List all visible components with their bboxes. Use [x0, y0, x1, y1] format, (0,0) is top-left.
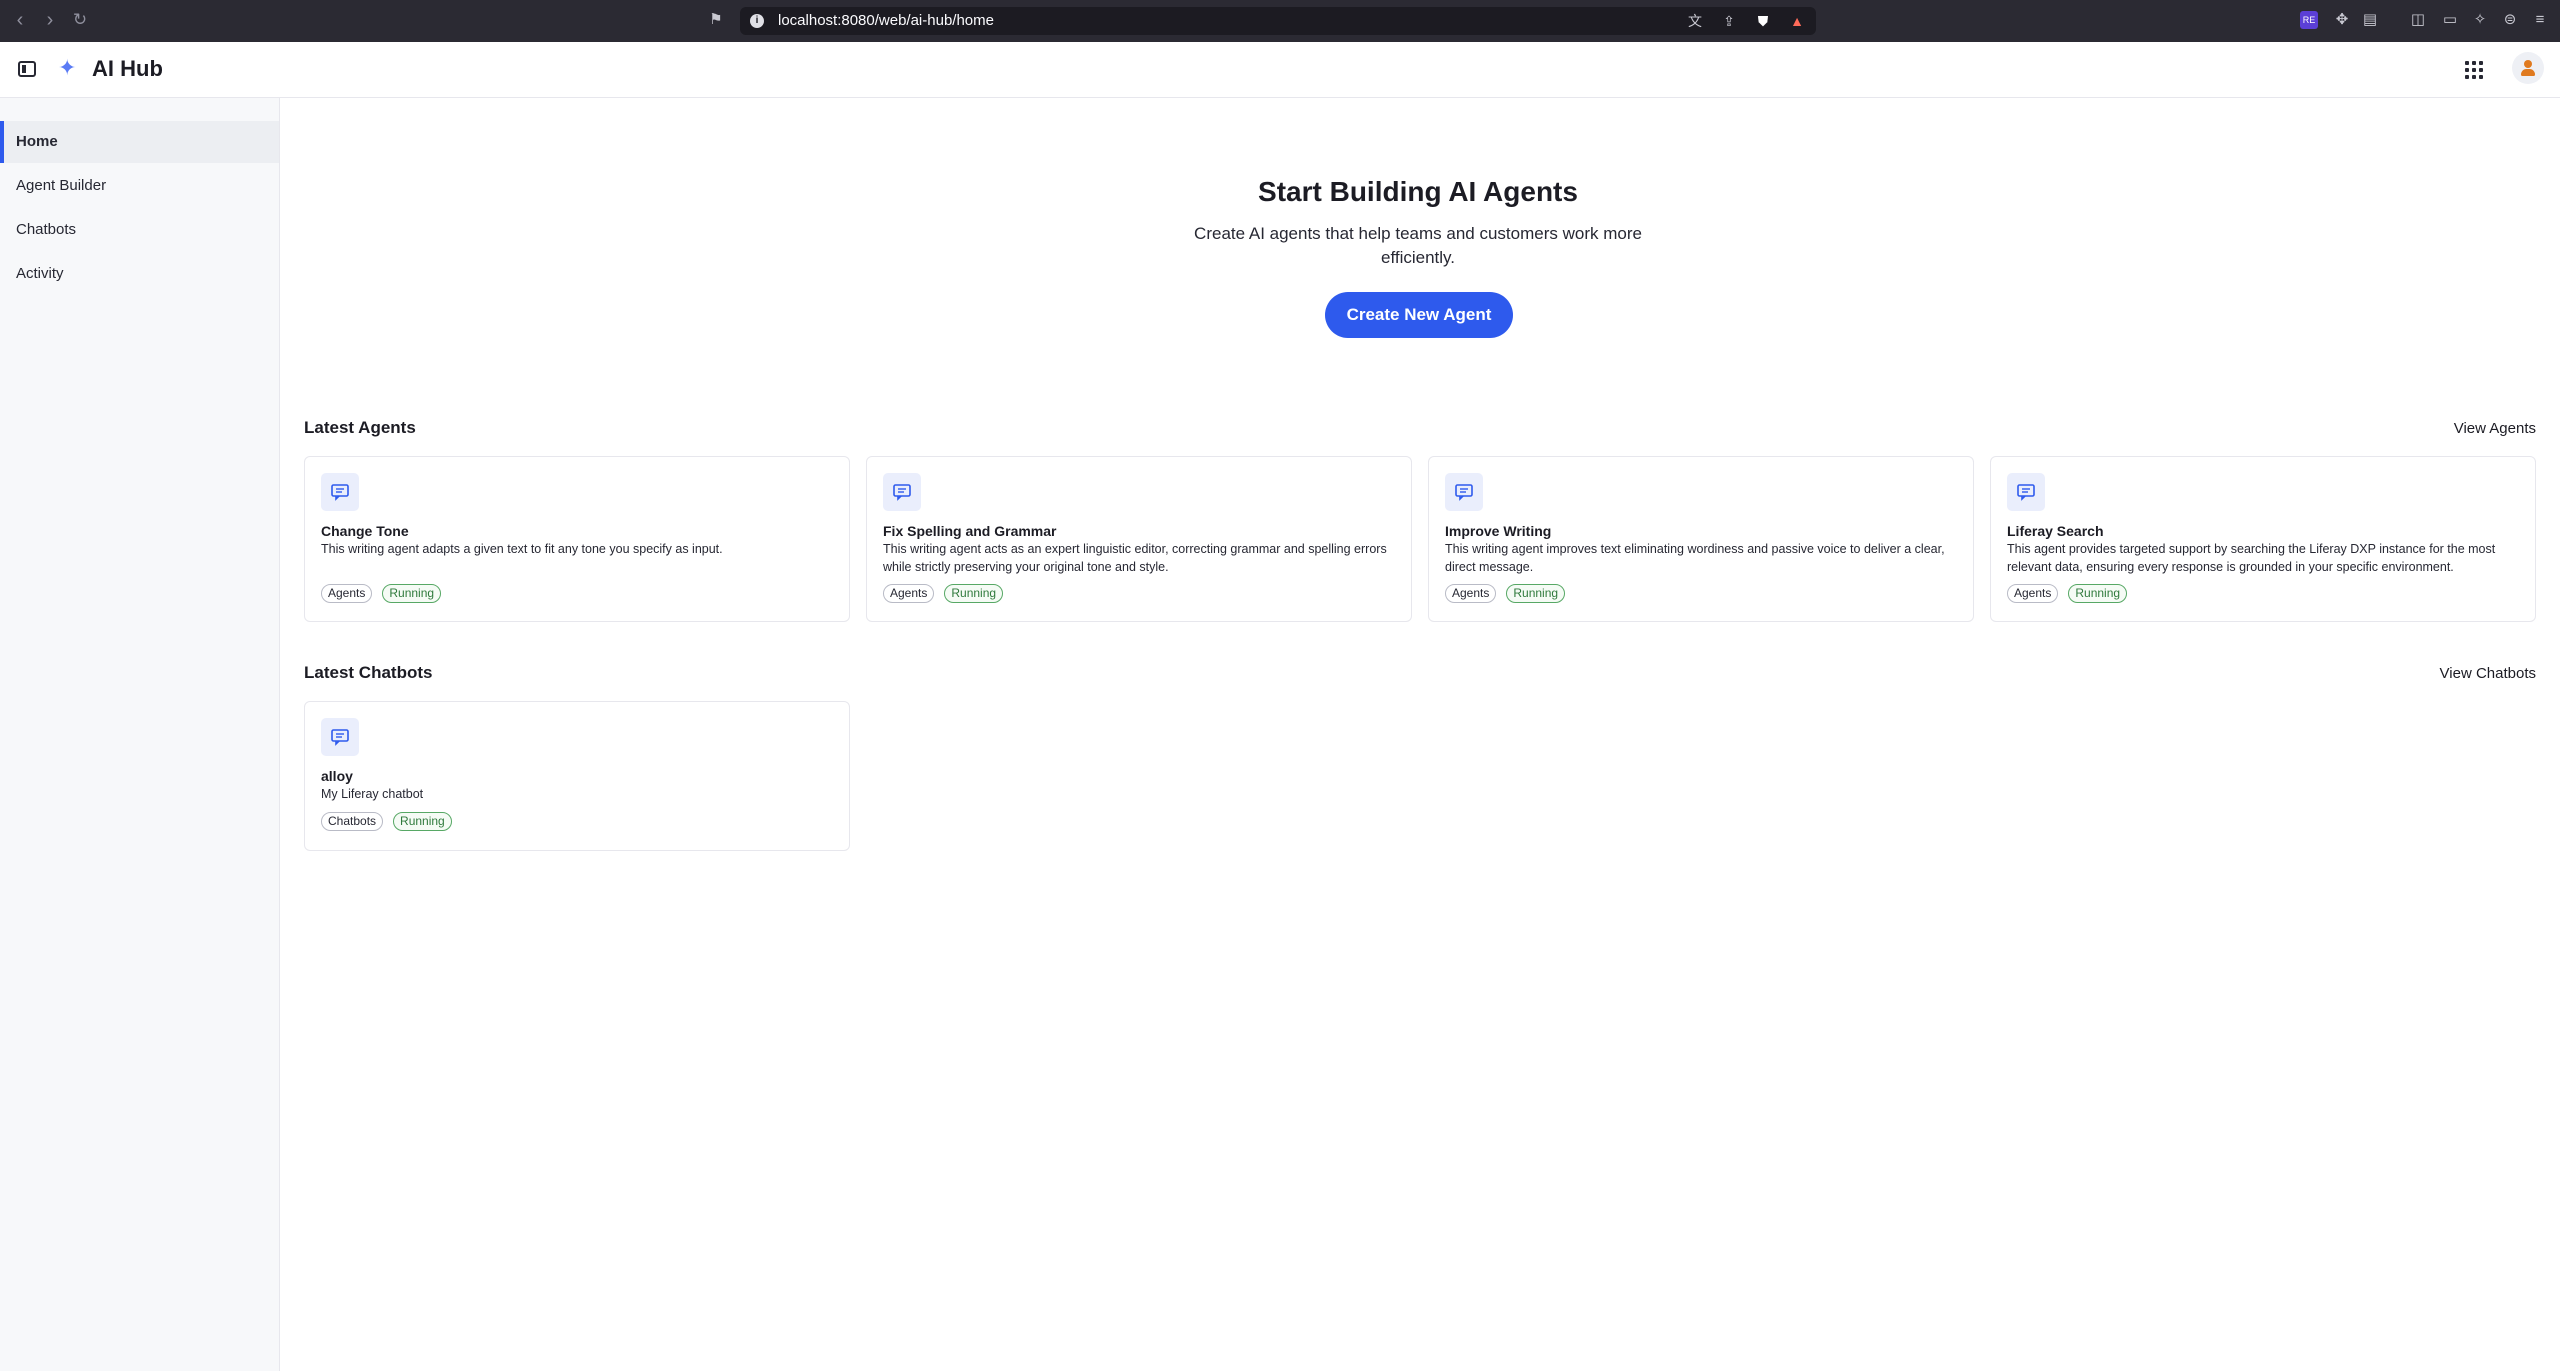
shield-icon[interactable]: ⛊: [1754, 12, 1772, 30]
browser-toolbar: ‹ › ↻ ⚑ i localhost:8080/web/ai-hub/home…: [0, 0, 2560, 42]
type-badge: Agents: [321, 584, 373, 603]
site-info-icon[interactable]: i: [750, 14, 764, 28]
sidebar-icon[interactable]: ◫: [2408, 10, 2428, 30]
card-description: This writing agent improves text elimina…: [1445, 542, 1945, 574]
address-bar[interactable]: i localhost:8080/web/ai-hub/home 文 ⇪ ⛊ ▲: [740, 7, 1816, 35]
agent-card[interactable]: Improve Writing This writing agent impro…: [1428, 456, 1974, 622]
card-description: This writing agent acts as an expert lin…: [883, 542, 1387, 574]
reader-icon[interactable]: ▤: [2360, 10, 2380, 30]
sidebar-item-activity[interactable]: Activity: [0, 253, 279, 295]
status-badge: Running: [2068, 584, 2128, 603]
extensions-icon[interactable]: ✥: [2332, 10, 2352, 30]
url-text: localhost:8080/web/ai-hub/home: [778, 12, 994, 29]
sidebar-item-chatbots[interactable]: Chatbots: [0, 209, 279, 251]
card-description: This writing agent adapts a given text t…: [321, 542, 723, 556]
chat-icon: [1445, 473, 1483, 511]
card-title: Improve Writing: [1445, 523, 1552, 539]
latest-agents-title: Latest Agents: [304, 418, 416, 437]
card-title: Liferay Search: [2007, 523, 2104, 539]
type-badge: Agents: [883, 584, 935, 603]
status-badge: Running: [393, 812, 452, 831]
card-description: My Liferay chatbot: [321, 787, 424, 801]
extension-badge[interactable]: RE: [2300, 11, 2318, 29]
chat-icon: [321, 718, 359, 756]
sparkle-icon: ✦: [58, 55, 77, 80]
status-badge: Running: [1506, 584, 1566, 603]
rewards-icon[interactable]: ▲: [1788, 12, 1806, 30]
view-chatbots-link[interactable]: View Chatbots: [2400, 665, 2536, 682]
type-badge: Agents: [2007, 584, 2059, 603]
hero-title: Start Building AI Agents: [1258, 176, 1578, 207]
leo-icon[interactable]: ✧: [2470, 10, 2490, 30]
type-badge: Agents: [1445, 584, 1497, 603]
chat-icon: [321, 473, 359, 511]
agent-card[interactable]: Change Tone This writing agent adapts a …: [304, 456, 850, 622]
agent-card[interactable]: Liferay Search This agent provides targe…: [1990, 456, 2536, 622]
sidebar-item-agent-builder[interactable]: Agent Builder: [0, 165, 279, 207]
app-header: ✦ AI Hub: [0, 42, 2560, 98]
chat-icon: [2007, 473, 2045, 511]
vpn-icon[interactable]: ⊜: [2500, 10, 2520, 30]
forward-icon[interactable]: ›: [38, 8, 62, 32]
create-new-agent-button[interactable]: Create New Agent: [1325, 292, 1513, 338]
card-description: This agent provides targeted support by …: [2007, 542, 2496, 574]
card-title: Change Tone: [321, 523, 409, 539]
agent-card[interactable]: Fix Spelling and Grammar This writing ag…: [866, 456, 1412, 622]
hero-subtitle: Create AI agents that help teams and cus…: [1194, 224, 1642, 267]
translate-icon[interactable]: 文: [1686, 12, 1704, 30]
menu-icon[interactable]: ≡: [2530, 10, 2550, 30]
bookmark-icon[interactable]: ⚑: [706, 10, 726, 30]
status-badge: Running: [382, 584, 442, 603]
chat-icon: [883, 473, 921, 511]
app-title: AI Hub: [92, 56, 163, 81]
sidebar-item-home[interactable]: Home: [0, 121, 279, 163]
user-avatar[interactable]: [2512, 52, 2544, 84]
reload-icon[interactable]: ↻: [68, 8, 92, 32]
back-icon[interactable]: ‹: [8, 8, 32, 32]
card-title: Fix Spelling and Grammar: [883, 523, 1057, 539]
wallet-icon[interactable]: ▭: [2440, 10, 2460, 30]
card-title: alloy: [321, 768, 353, 784]
type-badge: Chatbots: [321, 812, 384, 831]
sidebar: Home Agent Builder Chatbots Activity: [0, 98, 280, 1371]
share-icon[interactable]: ⇪: [1720, 12, 1738, 30]
status-badge: Running: [944, 584, 1004, 603]
apps-grid-icon[interactable]: [2465, 61, 2483, 79]
view-agents-link[interactable]: View Agents: [2400, 420, 2536, 437]
chatbot-card[interactable]: alloy My Liferay chatbot Chatbots Runnin…: [304, 701, 850, 851]
panel-toggle-icon[interactable]: [18, 61, 36, 77]
latest-chatbots-title: Latest Chatbots: [304, 663, 433, 682]
